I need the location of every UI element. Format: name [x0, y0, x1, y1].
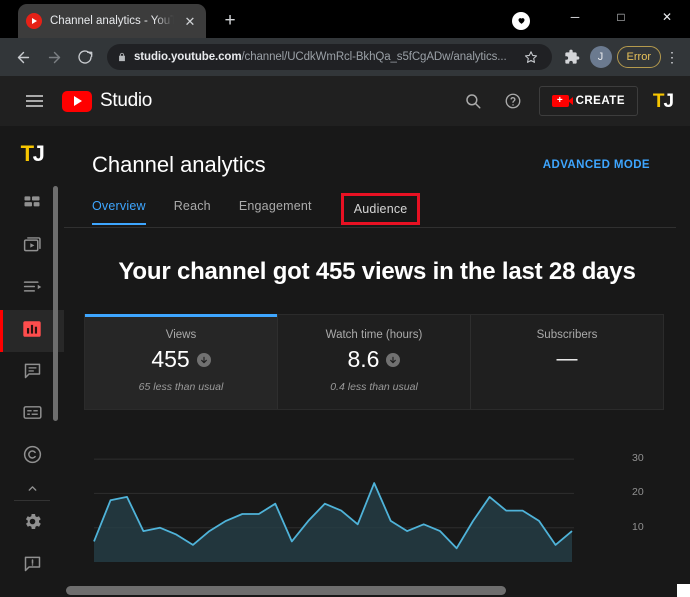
scrollbar-thumb[interactable] — [66, 586, 506, 595]
arrow-down-icon — [386, 352, 401, 367]
create-button-label: CREATE — [575, 95, 625, 107]
gear-icon — [22, 511, 43, 537]
error-badge[interactable]: Error — [616, 46, 661, 68]
chart-y-tick: 30 — [632, 452, 644, 465]
analytics-tabs: Overview Reach Engagement Audience — [64, 178, 690, 228]
copyright-icon — [22, 444, 43, 470]
metric-cards: Views 455 65 less than usual Watch time … — [84, 314, 664, 410]
browser-toolbar: studio.youtube.com/channel/UCdkWmRcl-Bkh… — [0, 38, 690, 76]
chart-y-tick: 20 — [632, 486, 644, 499]
window-close-button[interactable]: ✕ — [644, 2, 690, 32]
browser-menu-icon[interactable]: ⋮ — [662, 49, 682, 66]
puzzle-icon[interactable] — [559, 44, 585, 70]
lock-icon — [117, 51, 127, 63]
views-chart[interactable]: 10 20 30 — [84, 442, 664, 562]
advanced-mode-button[interactable]: ADVANCED MODE — [543, 159, 650, 171]
brand-label: Studio — [100, 90, 153, 111]
metric-card-subscribers[interactable]: Subscribers — — [471, 315, 663, 409]
chevron-up-icon[interactable] — [0, 478, 64, 498]
back-icon[interactable] — [8, 42, 38, 72]
new-tab-button[interactable]: + — [216, 7, 244, 35]
page-title: Channel analytics — [92, 152, 266, 177]
tab-audience[interactable]: Audience — [340, 193, 421, 225]
feedback-icon — [22, 553, 43, 579]
reload-icon[interactable] — [70, 42, 100, 72]
metric-value: 455 — [151, 346, 190, 372]
help-icon[interactable] — [499, 87, 527, 115]
sidebar-item-copyright[interactable] — [0, 436, 64, 478]
browser-window: Channel analytics - YouTube Stud ✕ + ─ □… — [0, 0, 690, 597]
metric-value-row: 8.6 — [286, 348, 462, 371]
minimize-button[interactable]: ─ — [552, 2, 598, 32]
profile-avatar[interactable]: J — [589, 46, 612, 68]
bookmark-star-icon[interactable] — [520, 46, 542, 68]
sidebar-item-settings[interactable] — [0, 503, 64, 545]
tab-overview[interactable]: Overview — [92, 199, 160, 225]
content-vertical-scrollbar[interactable] — [676, 126, 690, 597]
tab-engagement[interactable]: Engagement — [225, 199, 326, 225]
metric-label: Watch time (hours) — [325, 329, 423, 341]
metric-card-watch-time[interactable]: Watch time (hours) 8.6 0.4 less than usu… — [278, 315, 471, 409]
avatar[interactable]: TJ — [650, 88, 676, 114]
avatar-initial-j: J — [663, 90, 675, 112]
youtube-logo-icon — [62, 90, 92, 112]
window-controls: ─ □ ✕ — [512, 0, 690, 38]
metric-label: Views — [165, 329, 197, 341]
close-icon[interactable]: ✕ — [182, 13, 198, 29]
metric-value-row: 455 — [93, 348, 269, 371]
sidebar-avatar-j: J — [32, 141, 45, 166]
sidebar-item-feedback[interactable] — [0, 545, 64, 587]
arrow-down-icon — [196, 352, 211, 367]
search-icon[interactable] — [459, 87, 487, 115]
chart-y-axis: 10 20 30 — [618, 442, 664, 562]
video-plus-icon: + — [551, 95, 573, 107]
youtube-icon — [26, 13, 42, 29]
views-chart-svg — [93, 458, 574, 562]
sidebar-avatar-t: T — [20, 141, 34, 166]
metric-value: 8.6 — [347, 346, 380, 372]
sidebar-scrollbar[interactable] — [53, 186, 58, 421]
analytics-content-inner: Channel analytics ADVANCED MODE Overview… — [64, 126, 690, 562]
playlist-icon — [22, 276, 43, 302]
metric-card-views[interactable]: Views 455 65 less than usual — [85, 314, 278, 409]
metric-subtext: 0.4 less than usual — [330, 381, 418, 393]
metric-subtext: 65 less than usual — [138, 381, 224, 393]
analytics-content: Channel analytics ADVANCED MODE Overview… — [64, 126, 690, 597]
scrollbar-corner — [677, 584, 690, 597]
studio-header-actions: + CREATE TJ — [459, 86, 676, 116]
browser-tab-title: Channel analytics - YouTube Stud — [50, 15, 174, 27]
heart-icon[interactable] — [512, 11, 530, 30]
analytics-bars-icon — [21, 318, 43, 345]
sidebar-divider — [14, 500, 50, 501]
metric-label: Subscribers — [536, 329, 598, 341]
url-path: /channel/UCdkWmRcl-BkhQa_s5fCgADw/analyt… — [241, 51, 507, 63]
content-horizontal-scrollbar[interactable] — [64, 583, 676, 597]
dashboard-grid-icon — [22, 193, 42, 218]
url-domain: studio.youtube.com — [134, 51, 242, 63]
avatar-initial-t: T — [652, 90, 665, 112]
maximize-button[interactable]: □ — [598, 2, 644, 32]
metric-value-row: — — [479, 348, 655, 369]
studio-header: Studio + CREATE TJ — [0, 76, 690, 126]
studio-brand[interactable]: Studio — [62, 90, 152, 112]
page-header: Channel analytics ADVANCED MODE — [64, 126, 690, 178]
address-bar-url: studio.youtube.com/channel/UCdkWmRcl-Bkh… — [134, 51, 513, 63]
metric-value: — — [556, 347, 578, 370]
create-button[interactable]: + CREATE — [538, 86, 638, 116]
comment-icon — [22, 360, 43, 386]
forward-icon[interactable] — [39, 42, 69, 72]
tab-reach[interactable]: Reach — [160, 199, 225, 225]
youtube-studio-app: Studio + CREATE TJ TJ Channel analytics … — [0, 76, 690, 597]
studio-sidebar: TJ — [0, 126, 64, 597]
sidebar-avatar[interactable]: TJ — [16, 138, 48, 170]
browser-titlebar: Channel analytics - YouTube Stud ✕ + ─ □… — [0, 0, 690, 38]
video-library-icon — [22, 234, 43, 260]
subtitles-icon — [22, 402, 43, 428]
hamburger-icon[interactable] — [14, 81, 54, 121]
analytics-headline: Your channel got 455 views in the last 2… — [118, 258, 636, 285]
address-bar[interactable]: studio.youtube.com/channel/UCdkWmRcl-Bkh… — [107, 44, 552, 70]
chart-y-tick: 10 — [632, 520, 644, 533]
browser-tab[interactable]: Channel analytics - YouTube Stud ✕ — [18, 4, 206, 38]
